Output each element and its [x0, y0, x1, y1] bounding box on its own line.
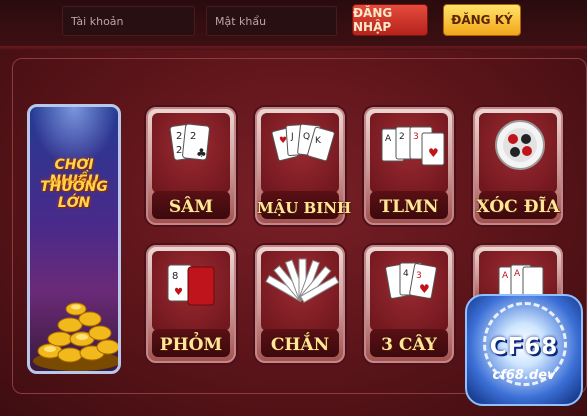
game-label: CHẮN	[270, 335, 330, 355]
dice-plate-icon	[495, 120, 545, 170]
svg-text:Q: Q	[303, 132, 310, 142]
game-tile-xoc-dia[interactable]: XÓC ĐĨA	[473, 107, 563, 225]
game-tile-sam[interactable]: 2 2 2 ♣ SÂM	[146, 107, 236, 225]
playing-cards-icon: 4 3 ♥	[385, 262, 437, 299]
svg-text:♥: ♥	[428, 146, 439, 160]
game-tile-phom[interactable]: 8 ♥ PHỎM	[146, 245, 236, 363]
playing-cards-fan-icon: ♥ J Q K	[271, 123, 335, 162]
svg-text:2: 2	[176, 145, 182, 156]
promo-banner[interactable]: CHƠI NHIỀU THƯỞNG LỚN	[27, 104, 121, 374]
svg-text:A: A	[514, 269, 521, 279]
logo-domain: cf68.dev	[492, 368, 556, 383]
banner-line-2: THƯỞNG LỚN	[40, 179, 108, 211]
game-label: MẬU BINH	[257, 199, 352, 217]
svg-text:3: 3	[416, 271, 422, 281]
svg-text:A: A	[502, 271, 509, 281]
svg-text:2: 2	[399, 132, 405, 142]
register-button[interactable]: ĐĂNG KÝ	[443, 4, 521, 36]
gold-coins-icon	[33, 302, 118, 371]
game-label: 3 CÂY	[381, 335, 437, 355]
game-label: XÓC ĐĨA	[476, 197, 560, 217]
svg-text:J: J	[290, 132, 294, 142]
svg-text:4: 4	[403, 269, 409, 279]
game-label: PHỎM	[159, 335, 223, 355]
svg-text:♣: ♣	[196, 146, 207, 160]
playing-cards-icon: A 2 3 ♥	[381, 126, 445, 166]
svg-text:3: 3	[413, 132, 419, 142]
login-button[interactable]: ĐĂNG NHẬP	[352, 4, 428, 36]
game-tile-mau-binh[interactable]: ♥ J Q K MẬU BINH	[255, 107, 352, 225]
top-bar: ĐĂNG NHẬP ĐĂNG KÝ	[0, 0, 587, 50]
username-input[interactable]	[62, 6, 195, 36]
chan-cards-fan-icon	[265, 258, 340, 304]
svg-text:♥: ♥	[174, 287, 183, 298]
svg-text:2: 2	[176, 131, 182, 142]
game-label: SÂM	[168, 197, 214, 217]
game-tile-tlmn[interactable]: A 2 3 ♥ TLMN	[364, 107, 454, 225]
game-tile-chan[interactable]: CHẮN	[255, 245, 345, 363]
svg-text:♥: ♥	[419, 282, 430, 296]
svg-text:8: 8	[172, 271, 178, 282]
cf68-logo: CF68 cf68.dev	[465, 294, 583, 406]
svg-text:A: A	[385, 134, 392, 144]
game-tile-3-cay[interactable]: 4 3 ♥ 3 CÂY	[364, 245, 454, 363]
game-label: TLMN	[379, 197, 439, 217]
logo-wordmark: CF68	[489, 334, 559, 360]
playing-cards-icon: 8 ♥	[167, 264, 215, 306]
svg-text:2: 2	[190, 131, 196, 142]
password-input[interactable]	[206, 6, 337, 36]
playing-cards-icon: 2 2 2 ♣	[169, 123, 210, 161]
svg-text:♥: ♥	[279, 136, 287, 146]
